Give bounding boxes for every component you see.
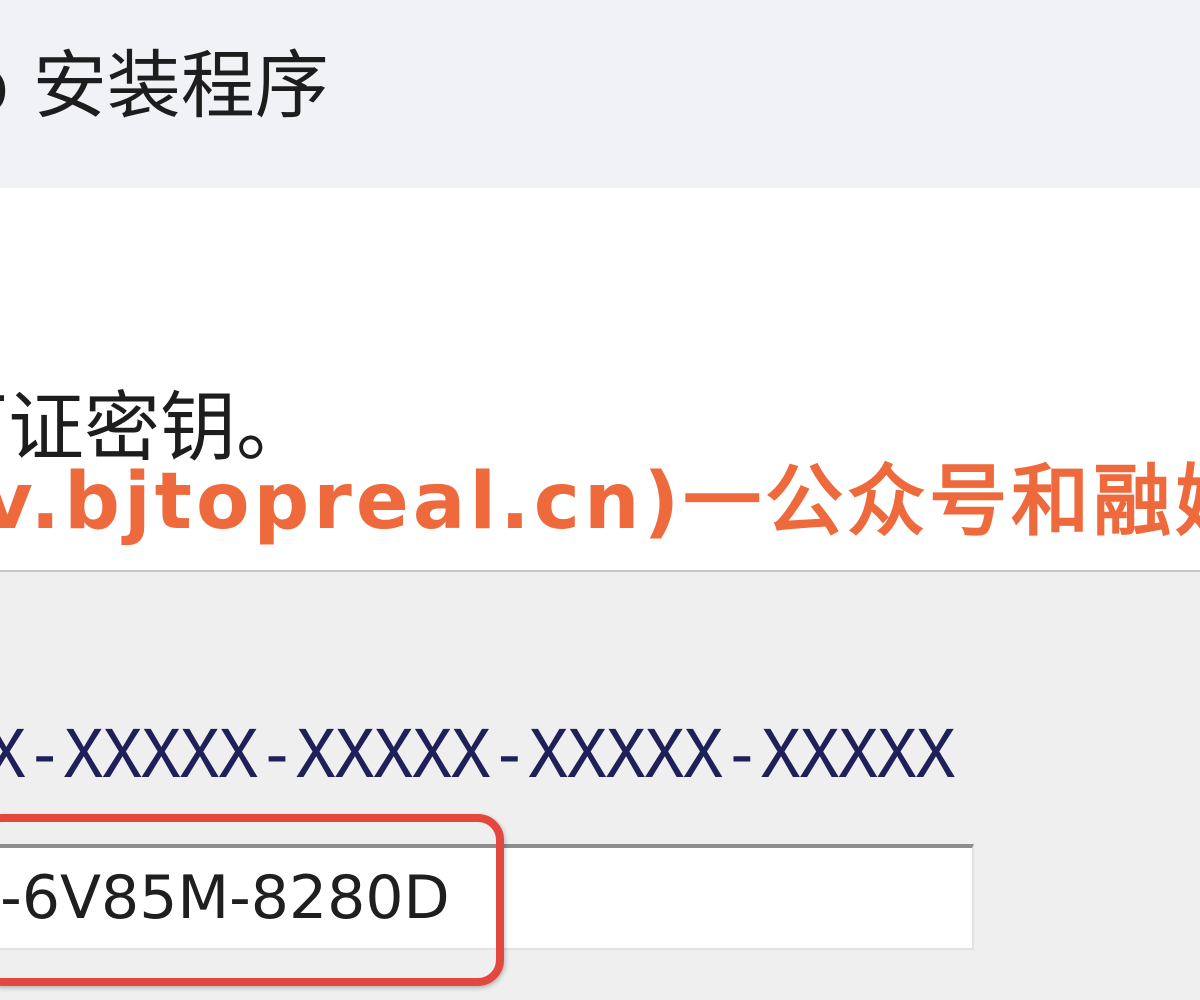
watermark-text: v.bjtopreal.cn)一公众号和融媒 [0,457,1200,547]
window-title: o 安装程序 [0,43,329,129]
highlight-annotation [0,814,504,986]
license-form: X-XXXXX-XXXXX-XXXXX-XXXXX 9-6V85M-8280D [0,572,1200,1000]
title-bar: o 安装程序 [0,0,1200,188]
key-format-hint: X-XXXXX-XXXXX-XXXXX-XXXXX [0,716,955,793]
content-area: 可证密钥。 v.bjtopreal.cn)一公众号和融媒 [0,188,1200,570]
installer-window: o 安装程序 可证密钥。 v.bjtopreal.cn)一公众号和融媒 X-XX… [0,0,1200,1000]
